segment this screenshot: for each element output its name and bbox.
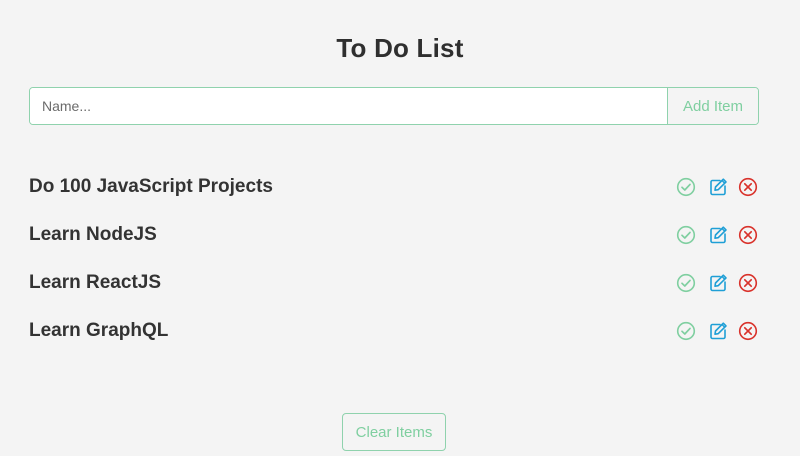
- list-item: Learn GraphQL: [29, 307, 759, 355]
- page-title: To Do List: [336, 33, 464, 63]
- check-circle-icon[interactable]: [675, 176, 697, 198]
- todo-app: To Do List Add Item Do 100 JavaScript Pr…: [0, 0, 800, 456]
- todo-text: Do 100 JavaScript Projects: [29, 176, 273, 197]
- name-input[interactable]: [30, 88, 667, 124]
- todo-text: Learn GraphQL: [29, 320, 169, 341]
- edit-icon[interactable]: [707, 176, 729, 198]
- item-actions: [675, 224, 759, 246]
- item-actions: [675, 272, 759, 294]
- check-circle-icon[interactable]: [675, 320, 697, 342]
- edit-icon[interactable]: [707, 224, 729, 246]
- list-item: Do 100 JavaScript Projects: [29, 163, 759, 211]
- close-circle-icon[interactable]: [737, 272, 759, 294]
- add-item-form: Add Item: [29, 87, 759, 125]
- list-item: Learn ReactJS: [29, 259, 759, 307]
- item-actions: [675, 320, 759, 342]
- check-circle-icon[interactable]: [675, 224, 697, 246]
- edit-icon[interactable]: [707, 320, 729, 342]
- list-item: Learn NodeJS: [29, 211, 759, 259]
- todo-list: Do 100 JavaScript Projects Learn NodeJS: [29, 163, 759, 355]
- close-circle-icon[interactable]: [737, 224, 759, 246]
- clear-items-button[interactable]: Clear Items: [342, 413, 446, 451]
- item-actions: [675, 176, 759, 198]
- todo-text: Learn NodeJS: [29, 224, 157, 245]
- add-item-button[interactable]: Add Item: [667, 88, 758, 124]
- close-circle-icon[interactable]: [737, 176, 759, 198]
- check-circle-icon[interactable]: [675, 272, 697, 294]
- close-circle-icon[interactable]: [737, 320, 759, 342]
- edit-icon[interactable]: [707, 272, 729, 294]
- todo-text: Learn ReactJS: [29, 272, 162, 293]
